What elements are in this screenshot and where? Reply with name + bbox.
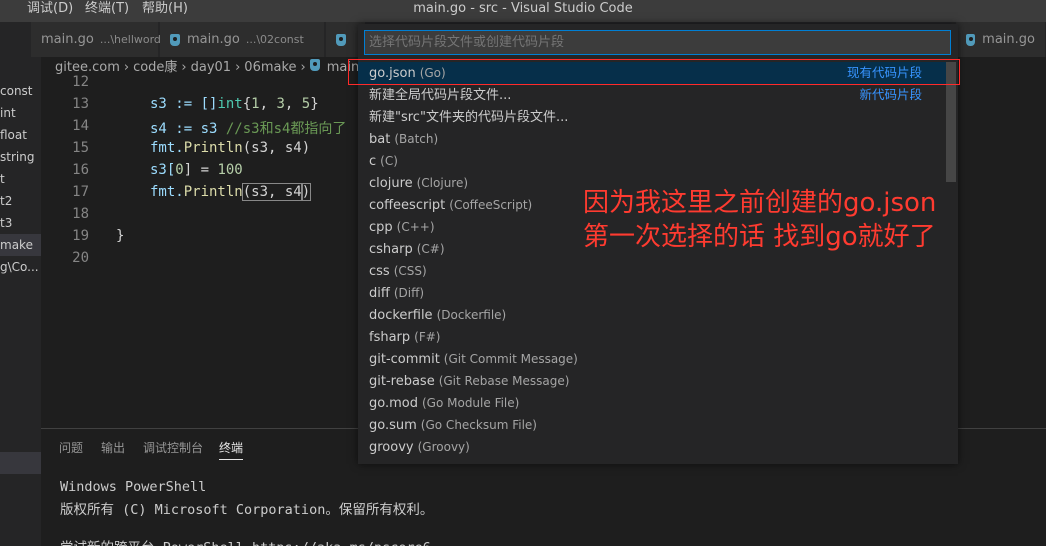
list-item[interactable]: fsharp (F#) xyxy=(358,326,946,348)
line-number: 15 xyxy=(72,140,89,156)
list-item[interactable]: git-rebase (Git Rebase Message) xyxy=(358,370,946,392)
explorer-item[interactable]: string xyxy=(0,146,41,168)
list-item[interactable]: c (C) xyxy=(358,150,946,172)
line-number: 19 xyxy=(72,228,89,244)
line-number: 20 xyxy=(72,250,89,266)
go-file-icon xyxy=(336,33,346,46)
terminal-line: Windows PowerShell xyxy=(60,479,207,495)
explorer-item[interactable]: t xyxy=(0,168,41,190)
annotation-line: 第一次选择的话 找到go就好了 xyxy=(583,222,936,252)
tab-title: main.go xyxy=(187,32,240,47)
tab-debug-console[interactable]: 调试控制台 xyxy=(143,439,203,456)
terminal-line: 版权所有 (C) Microsoft Corporation。保留所有权利。 xyxy=(60,502,434,518)
code-line-17: fmt.Println(s3, s4) xyxy=(150,183,312,201)
list-scrollbar[interactable] xyxy=(946,62,956,182)
tab-problems[interactable]: 问题 xyxy=(59,439,83,456)
list-item[interactable]: go.sum (Go Checksum File) xyxy=(358,414,946,436)
line-number: 16 xyxy=(72,162,89,178)
code-line-13: s3 := []int{1, 3, 5} xyxy=(150,96,319,112)
chevron-right-icon: › xyxy=(123,60,130,75)
snippet-list: go.json (Go) 现有代码片段 新建全局代码片段文件... 新代码片段 新建"… xyxy=(358,62,946,458)
line-number: 18 xyxy=(72,206,89,222)
list-item[interactable]: 新建"src"文件夹的代码片段文件... xyxy=(358,106,946,128)
tab-terminal[interactable]: 终端 xyxy=(219,439,244,460)
tab-main-go-right[interactable]: main.go xyxy=(956,22,1046,57)
list-item[interactable]: go.mod (Go Module File) xyxy=(358,392,946,414)
chevron-right-icon: › xyxy=(181,60,187,75)
tab-title: main.go xyxy=(982,32,1035,47)
tab-output[interactable]: 输出 xyxy=(101,439,125,456)
breadcrumb-item[interactable]: 06make xyxy=(244,60,296,75)
explorer-item[interactable]: int xyxy=(0,102,41,124)
list-item[interactable]: css (CSS) xyxy=(358,260,946,282)
breadcrumb-item[interactable]: gitee.com xyxy=(55,60,120,75)
list-item[interactable]: 新建全局代码片段文件... 新代码片段 xyxy=(358,84,946,106)
go-file-icon xyxy=(309,59,320,71)
tab-02const[interactable]: main.go ...\02const xyxy=(160,22,325,57)
new-snippet-tag: 新代码片段 xyxy=(859,87,922,102)
explorer-item-highlight[interactable] xyxy=(0,452,41,474)
list-item[interactable]: bat (Batch) xyxy=(358,128,946,150)
menu-terminal[interactable]: 终端(T) xyxy=(85,0,129,22)
explorer-item[interactable]: g\Co... xyxy=(0,256,41,278)
go-file-icon xyxy=(966,33,976,46)
chevron-right-icon: › xyxy=(235,60,241,75)
line-number: 13 xyxy=(72,96,89,112)
tab-hellword[interactable]: main.go ...\hellword xyxy=(31,22,161,57)
breadcrumb: gitee.com›code康›day01›06make›main.g xyxy=(41,57,361,79)
tab-path: ...\02const xyxy=(245,33,304,46)
explorer-item[interactable]: float xyxy=(0,124,41,146)
list-item[interactable]: groovy (Groovy) xyxy=(358,436,946,458)
tab-title: main.go xyxy=(41,32,94,47)
go-file-icon xyxy=(170,33,180,46)
code-line-16: s3[0] = 100 xyxy=(150,162,243,178)
tab-path: ...\hellword xyxy=(99,33,161,46)
explorer-item-active[interactable]: make xyxy=(0,234,41,256)
breadcrumb-item[interactable]: code康 xyxy=(133,60,177,75)
list-item[interactable]: diff (Diff) xyxy=(358,282,946,304)
line-number: 12 xyxy=(72,74,89,90)
explorer-item[interactable]: t3 xyxy=(0,212,41,234)
list-item-selected[interactable]: go.json (Go) 现有代码片段 xyxy=(358,62,946,84)
list-item[interactable]: git-commit (Git Commit Message) xyxy=(358,348,946,370)
breadcrumb-item[interactable]: day01 xyxy=(191,60,231,75)
breadcrumb-item[interactable]: main.g xyxy=(327,60,361,75)
menu-debug[interactable]: 调试(D) xyxy=(27,0,73,22)
explorer-item[interactable]: const xyxy=(0,80,41,102)
line-number: 17 xyxy=(72,184,89,200)
annotation-text: 因为我这里之前创建的go.json 第一次选择的话 找到go就好了 xyxy=(583,186,963,254)
snippet-search-input[interactable] xyxy=(364,30,951,55)
title-bar: 调试(D) 终端(T) 帮助(H) main.go - src - Visual… xyxy=(0,0,1046,22)
chevron-right-icon: › xyxy=(300,60,306,75)
terminal-line: 尝试新的跨平台 PowerShell https://aka.ms/pscore… xyxy=(60,536,431,546)
explorer-item[interactable]: t2 xyxy=(0,190,41,212)
code-line-14: s4 := s3 //s3和s4都指向了 xyxy=(150,121,347,137)
line-number: 14 xyxy=(72,118,89,134)
menu-help[interactable]: 帮助(H) xyxy=(142,0,188,22)
code-line-19: } xyxy=(116,228,125,244)
explorer-sidebar: const int float string t t2 t3 make g\Co… xyxy=(0,22,41,546)
list-item[interactable]: dockerfile (Dockerfile) xyxy=(358,304,946,326)
annotation-line: 因为我这里之前创建的go.json xyxy=(583,188,937,218)
existing-snippet-tag: 现有代码片段 xyxy=(846,65,922,80)
code-line-15: fmt.Println(s3, s4) xyxy=(150,140,311,156)
